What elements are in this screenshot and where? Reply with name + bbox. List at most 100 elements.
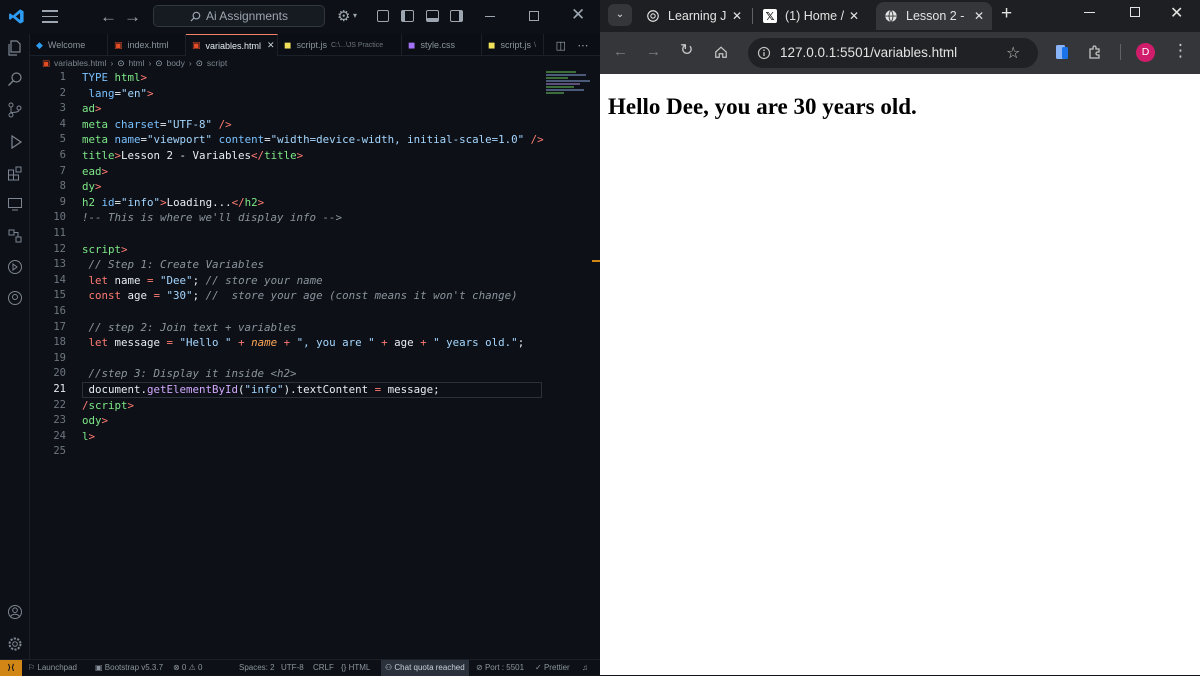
code-line: h2 id="info">Loading...</h2> [82,195,265,209]
more-actions-icon[interactable]: ⋯ [577,39,588,52]
notifications-bell-icon[interactable]: ♫ [582,660,588,676]
line-number: 7 [59,164,66,177]
line-number: 20 [53,367,66,380]
extensions-puzzle-icon[interactable] [1087,44,1103,60]
line-number: 18 [53,336,66,349]
extension-icon[interactable] [1055,44,1069,60]
tab-variables-html[interactable]: ▣ variables.html ✕ [186,34,278,56]
home-icon[interactable] [714,45,728,59]
close-window-icon[interactable]: ✕ [1170,3,1183,23]
settings-gear-icon[interactable] [7,636,23,652]
breadcrumb-item[interactable]: body [166,58,184,68]
search-icon[interactable] [7,71,23,87]
source-control-icon[interactable] [7,102,23,118]
minimize-icon[interactable] [485,16,495,18]
tab-style-css[interactable]: ◼ style.css [402,34,482,56]
timeline-icon[interactable] [7,259,23,275]
line-number: 13 [53,258,66,271]
status-port[interactable]: ⊘ Port : 5501 [476,660,524,676]
code-line: dy> [82,180,102,194]
line-number: 1 [59,71,66,83]
close-tab-icon[interactable]: ✕ [974,9,984,23]
tab-script-js-2[interactable]: ◼ script.js \ [482,34,544,56]
copilot-icon[interactable]: ⚙ [337,7,350,25]
explorer-icon[interactable] [7,40,23,56]
chevron-down-icon[interactable]: ▾ [353,11,357,20]
customize-layout-icon[interactable] [377,10,389,22]
status-spaces[interactable]: Spaces: 2 [239,660,275,676]
maximize-icon[interactable] [529,11,539,21]
back-arrow-icon[interactable]: ← [100,7,117,27]
code-editor[interactable]: TYPE html> lang="en"> ad> meta charset="UT… [82,70,592,470]
testing-icon[interactable] [7,228,23,244]
line-number: 8 [59,180,66,193]
toggle-sidebar-icon[interactable] [401,10,414,22]
reload-icon[interactable]: ↻ [680,43,693,59]
line-number-gutter: 1 2 3 4 5 6 7 8 9 10 11 12 13 14 15 16 17 18 19 20 21 22 23 24 2… [30,70,70,470]
site-info-icon[interactable] [757,46,771,60]
forward-arrow-icon[interactable]: → [124,7,141,27]
browser-tab-lesson-2[interactable]: Lesson 2 - ✕ [876,2,992,30]
vscode-window: ← → Ai Assignments ⚙ ▾ ✕ ◆ Welcome ▣ ind… [0,0,600,676]
tab-index-html[interactable]: ▣ index.html [108,34,186,56]
tab-path: \ [534,41,536,49]
remote-indicator-icon[interactable]: ⟩⟨ [0,660,22,676]
browser-tab-x-home[interactable]: 𝕏 (1) Home / ✕ [757,2,867,30]
command-center-search[interactable]: Ai Assignments [153,5,325,27]
remote-explorer-icon[interactable] [7,196,23,212]
profile-avatar[interactable]: D [1136,43,1155,62]
code-line: /script> [82,398,135,412]
minimap[interactable] [546,70,594,100]
vscode-logo-icon [9,9,24,24]
editor-actions: ◫ ⋯ [544,34,600,56]
extensions-icon[interactable] [7,165,23,181]
minimize-icon[interactable] [1084,12,1095,14]
url-text: 127.0.0.1:5501/variables.html [780,45,958,60]
close-icon[interactable]: ✕ [571,5,585,25]
status-bootstrap[interactable]: ▣ Bootstrap v5.3.7 [95,660,163,676]
status-prettier[interactable]: ✓ Prettier [535,660,570,676]
account-icon[interactable] [7,604,23,620]
element-icon: ⊙ [117,57,125,68]
breadcrumb-item[interactable]: script [207,58,227,68]
new-tab-plus-icon[interactable]: + [1001,3,1012,25]
line-number: 2 [59,86,66,99]
status-launchpad[interactable]: ⚐ Launchpad [28,660,77,676]
close-tab-icon[interactable]: ✕ [732,9,742,23]
run-debug-icon[interactable] [7,134,23,150]
line-number: 10 [53,211,66,224]
bookmark-star-icon[interactable]: ☆ [1006,43,1020,63]
menu-icon[interactable] [42,10,58,23]
split-editor-icon[interactable]: ◫ [556,39,566,52]
code-line: !-- This is where we'll display info --> [82,211,343,225]
status-eol[interactable]: CRLF [313,660,334,676]
line-number: 12 [53,242,66,255]
maximize-icon[interactable] [1130,7,1140,17]
github-icon[interactable] [7,290,23,306]
status-encoding[interactable]: UTF-8 [281,660,304,676]
html5-icon: ▣ [114,39,123,50]
tab-script-js[interactable]: ◼ script.js C:\...\JS Practice [278,34,402,56]
css-icon: ◼ [408,39,416,50]
vscode-icon: ◆ [36,39,43,50]
status-chat[interactable]: ⚇ Chat quota reached [381,660,469,676]
status-language-label: HTML [348,663,371,672]
tab-label: script.js [296,40,327,50]
close-tab-icon[interactable]: ✕ [267,40,275,51]
close-tab-icon[interactable]: ✕ [849,9,859,23]
html5-icon: ▣ [42,57,51,68]
toggle-secondary-sidebar-icon[interactable] [450,10,463,22]
back-arrow-icon[interactable]: ← [613,44,628,59]
tab-search-chevron-icon[interactable]: ⌄ [608,4,632,26]
breadcrumb-item[interactable]: variables.html [54,58,106,68]
more-menu-icon[interactable]: ⋮ [1172,41,1189,61]
toggle-panel-icon[interactable] [426,10,439,22]
breadcrumb-item[interactable]: html [128,58,144,68]
code-line: let message = "Hello " + name + ", you a… [82,336,525,350]
status-language[interactable]: {} HTML [341,660,370,676]
status-problems[interactable]: ⊗ 0 ⚠ 0 [173,660,202,676]
address-bar[interactable]: 127.0.0.1:5501/variables.html ☆ [748,38,1038,68]
browser-tab-learning[interactable]: Learning J ✕ [640,2,750,30]
forward-arrow-icon[interactable]: → [646,44,661,59]
tab-welcome[interactable]: ◆ Welcome [30,34,108,56]
